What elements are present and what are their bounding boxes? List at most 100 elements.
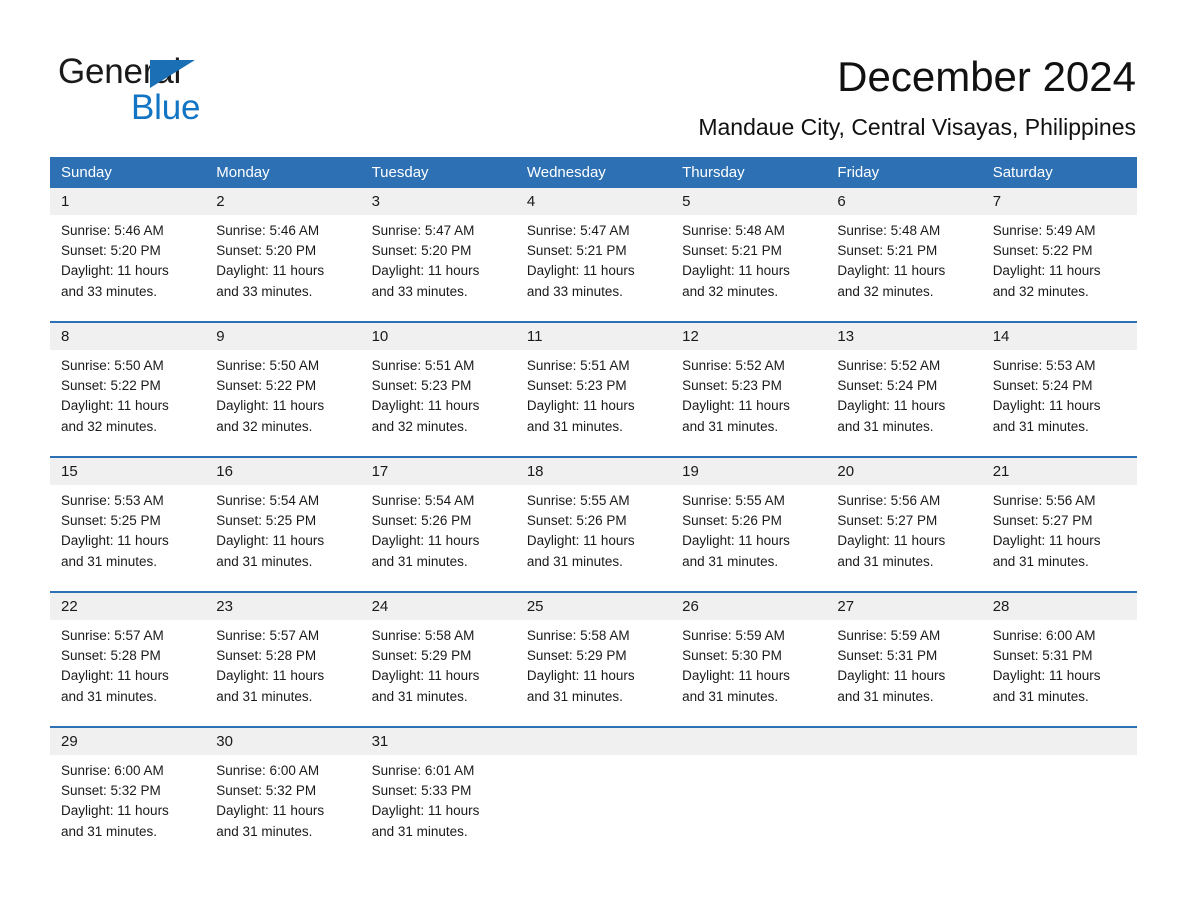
day-cell-inner[interactable]: 21 Sunrise: 5:56 AM Sunset: 5:27 PM Dayligh… [981, 458, 1137, 591]
weekday-header-monday: Monday [205, 157, 361, 188]
day-number: 2 [205, 188, 361, 215]
day-details: Sunrise: 5:56 AM Sunset: 5:27 PM Daylight:… [826, 485, 981, 572]
day-cell: 11 Sunrise: 5:51 AM Sunset: 5:23 PM Dayligh… [515, 321, 672, 457]
day-cell-inner[interactable]: 23 Sunrise: 5:57 AM Sunset: 5:28 PM Dayligh… [205, 593, 361, 726]
daylight-text-line1: Daylight: 11 hours [371, 263, 480, 279]
day-cell-inner[interactable]: 17 Sunrise: 5:54 AM Sunset: 5:26 PM Dayligh… [360, 458, 516, 591]
daylight-text-line2: and 31 minutes. [526, 688, 623, 704]
day-cell-inner[interactable]: 10 Sunrise: 5:51 AM Sunset: 5:23 PM Dayligh… [360, 323, 516, 456]
sunset-text: Sunset: 5:25 PM [61, 513, 161, 529]
day-details: Sunrise: 5:53 AM Sunset: 5:24 PM Daylight:… [982, 350, 1137, 437]
day-cell-inner[interactable]: 30 Sunrise: 6:00 AM Sunset: 5:32 PM Dayligh… [205, 728, 361, 861]
day-cell-inner[interactable]: 28 Sunrise: 6:00 AM Sunset: 5:31 PM Dayligh… [981, 593, 1137, 726]
day-number [671, 728, 827, 755]
calendar-page: General Blue December 2024 Mandaue City,… [0, 0, 1188, 918]
day-number: 25 [515, 593, 672, 620]
weekday-header-wednesday: Wednesday [515, 157, 672, 188]
day-details: Sunrise: 5:54 AM Sunset: 5:26 PM Daylight:… [361, 485, 516, 572]
weekday-header-thursday: Thursday [671, 157, 827, 188]
sunset-text: Sunset: 5:33 PM [371, 783, 472, 799]
day-cell-inner[interactable]: 4 Sunrise: 5:47 AM Sunset: 5:21 PM Daylight… [515, 188, 672, 321]
day-cell: 19 Sunrise: 5:55 AM Sunset: 5:26 PM Dayligh… [671, 456, 827, 592]
daylight-text-line2: and 31 minutes. [682, 418, 779, 434]
day-cell-inner[interactable]: 12 Sunrise: 5:52 AM Sunset: 5:23 PM Dayligh… [671, 323, 827, 456]
day-cell-inner[interactable]: 20 Sunrise: 5:56 AM Sunset: 5:27 PM Dayligh… [826, 458, 982, 591]
day-number: 4 [515, 188, 672, 215]
sunset-text: Sunset: 5:29 PM [371, 648, 472, 664]
daylight-text-line1: Daylight: 11 hours [371, 533, 480, 549]
sunrise-text: Sunrise: 5:53 AM [992, 358, 1096, 373]
daylight-text-line2: and 31 minutes. [837, 688, 934, 704]
day-cell: 3 Sunrise: 5:47 AM Sunset: 5:20 PM Daylight… [360, 188, 516, 322]
day-cell-inner[interactable]: 24 Sunrise: 5:58 AM Sunset: 5:29 PM Dayligh… [360, 593, 516, 726]
day-details: Sunrise: 5:58 AM Sunset: 5:29 PM Daylight:… [361, 620, 516, 707]
daylight-text-line2: and 31 minutes. [216, 688, 313, 704]
triangle-icon [150, 60, 195, 88]
day-cell-inner[interactable]: 25 Sunrise: 5:58 AM Sunset: 5:29 PM Dayligh… [515, 593, 672, 726]
day-cell-inner[interactable]: 1 Sunrise: 5:46 AM Sunset: 5:20 PM Daylight… [50, 188, 206, 321]
sunrise-text: Sunrise: 5:56 AM [992, 493, 1096, 508]
day-number [981, 728, 1137, 755]
sunrise-text: Sunrise: 5:58 AM [526, 628, 630, 643]
daylight-text-line2: and 32 minutes. [837, 283, 934, 299]
day-cell-inner[interactable]: 27 Sunrise: 5:59 AM Sunset: 5:31 PM Dayligh… [826, 593, 982, 726]
day-cell-inner[interactable]: 16 Sunrise: 5:54 AM Sunset: 5:25 PM Dayligh… [205, 458, 361, 591]
daylight-text-line2: and 32 minutes. [371, 418, 468, 434]
day-cell: 1 Sunrise: 5:46 AM Sunset: 5:20 PM Daylight… [50, 188, 206, 322]
daylight-text-line1: Daylight: 11 hours [216, 533, 325, 549]
calendar-week-row: 29 Sunrise: 6:00 AM Sunset: 5:32 PM Dayligh… [50, 726, 1137, 861]
day-cell-inner[interactable]: 26 Sunrise: 5:59 AM Sunset: 5:30 PM Dayligh… [671, 593, 827, 726]
sunrise-text: Sunrise: 5:59 AM [837, 628, 941, 643]
daylight-text-line2: and 33 minutes. [216, 283, 313, 299]
day-cell-inner-empty [826, 728, 982, 861]
day-cell-inner[interactable]: 7 Sunrise: 5:49 AM Sunset: 5:22 PM Daylight… [981, 188, 1137, 321]
sunset-text: Sunset: 5:23 PM [682, 378, 782, 394]
day-number: 30 [205, 728, 361, 755]
day-cell-inner[interactable]: 13 Sunrise: 5:52 AM Sunset: 5:24 PM Dayligh… [826, 323, 982, 456]
day-number: 6 [826, 188, 982, 215]
day-cell-inner[interactable]: 2 Sunrise: 5:46 AM Sunset: 5:20 PM Daylight… [205, 188, 361, 321]
sunrise-text: Sunrise: 5:51 AM [526, 358, 630, 373]
day-cell: 5 Sunrise: 5:48 AM Sunset: 5:21 PM Daylight… [671, 188, 827, 322]
daylight-text-line1: Daylight: 11 hours [837, 398, 946, 414]
daylight-text-line2: and 31 minutes. [992, 418, 1089, 434]
day-cell-inner[interactable]: 5 Sunrise: 5:48 AM Sunset: 5:21 PM Daylight… [671, 188, 827, 321]
day-cell-inner[interactable]: 3 Sunrise: 5:47 AM Sunset: 5:20 PM Daylight… [360, 188, 516, 321]
day-cell-inner[interactable]: 14 Sunrise: 5:53 AM Sunset: 5:24 PM Dayligh… [981, 323, 1137, 456]
day-details: Sunrise: 6:00 AM Sunset: 5:32 PM Daylight:… [205, 755, 360, 842]
sunset-text: Sunset: 5:22 PM [216, 378, 317, 394]
daylight-text-line2: and 33 minutes. [526, 283, 623, 299]
day-cell-inner[interactable]: 19 Sunrise: 5:55 AM Sunset: 5:26 PM Dayligh… [671, 458, 827, 591]
day-details: Sunrise: 5:48 AM Sunset: 5:21 PM Daylight:… [671, 215, 826, 302]
day-cell-inner[interactable]: 15 Sunrise: 5:53 AM Sunset: 5:25 PM Dayligh… [50, 458, 206, 591]
sunrise-text: Sunrise: 5:57 AM [216, 628, 320, 643]
calendar-week-row: 1 Sunrise: 5:46 AM Sunset: 5:20 PM Daylight… [50, 188, 1137, 322]
day-number: 9 [205, 323, 361, 350]
day-cell-inner[interactable]: 8 Sunrise: 5:50 AM Sunset: 5:22 PM Daylight… [50, 323, 206, 456]
sunrise-text: Sunrise: 5:50 AM [216, 358, 320, 373]
general-blue-logo[interactable]: General Blue [58, 52, 318, 132]
day-cell-inner[interactable]: 29 Sunrise: 6:00 AM Sunset: 5:32 PM Dayligh… [50, 728, 206, 861]
day-number: 18 [515, 458, 672, 485]
day-number [515, 728, 672, 755]
day-cell: 12 Sunrise: 5:52 AM Sunset: 5:23 PM Dayligh… [671, 321, 827, 457]
day-number: 27 [826, 593, 982, 620]
sunset-text: Sunset: 5:23 PM [371, 378, 472, 394]
sunrise-text: Sunrise: 5:52 AM [837, 358, 941, 373]
day-details: Sunrise: 5:51 AM Sunset: 5:23 PM Daylight:… [516, 350, 671, 437]
daylight-text-line2: and 31 minutes. [61, 553, 158, 569]
day-cell-inner[interactable]: 11 Sunrise: 5:51 AM Sunset: 5:23 PM Dayligh… [515, 323, 672, 456]
day-cell-inner[interactable]: 6 Sunrise: 5:48 AM Sunset: 5:21 PM Daylight… [826, 188, 982, 321]
day-cell-inner[interactable]: 31 Sunrise: 6:01 AM Sunset: 5:33 PM Dayligh… [360, 728, 516, 861]
day-details: Sunrise: 6:01 AM Sunset: 5:33 PM Daylight:… [361, 755, 516, 842]
day-cell-inner[interactable]: 18 Sunrise: 5:55 AM Sunset: 5:26 PM Dayligh… [515, 458, 672, 591]
day-cell-inner[interactable]: 22 Sunrise: 5:57 AM Sunset: 5:28 PM Dayligh… [50, 593, 206, 726]
day-cell-inner[interactable]: 9 Sunrise: 5:50 AM Sunset: 5:22 PM Daylight… [205, 323, 361, 456]
sunset-text: Sunset: 5:26 PM [371, 513, 472, 529]
sunrise-text: Sunrise: 5:49 AM [992, 223, 1096, 238]
sunrise-text: Sunrise: 5:54 AM [216, 493, 320, 508]
calendar-week-row: 22 Sunrise: 5:57 AM Sunset: 5:28 PM Dayligh… [50, 591, 1137, 727]
sunrise-text: Sunrise: 5:58 AM [371, 628, 475, 643]
sunrise-text: Sunrise: 6:00 AM [992, 628, 1096, 643]
sunrise-text: Sunrise: 5:53 AM [61, 493, 164, 508]
